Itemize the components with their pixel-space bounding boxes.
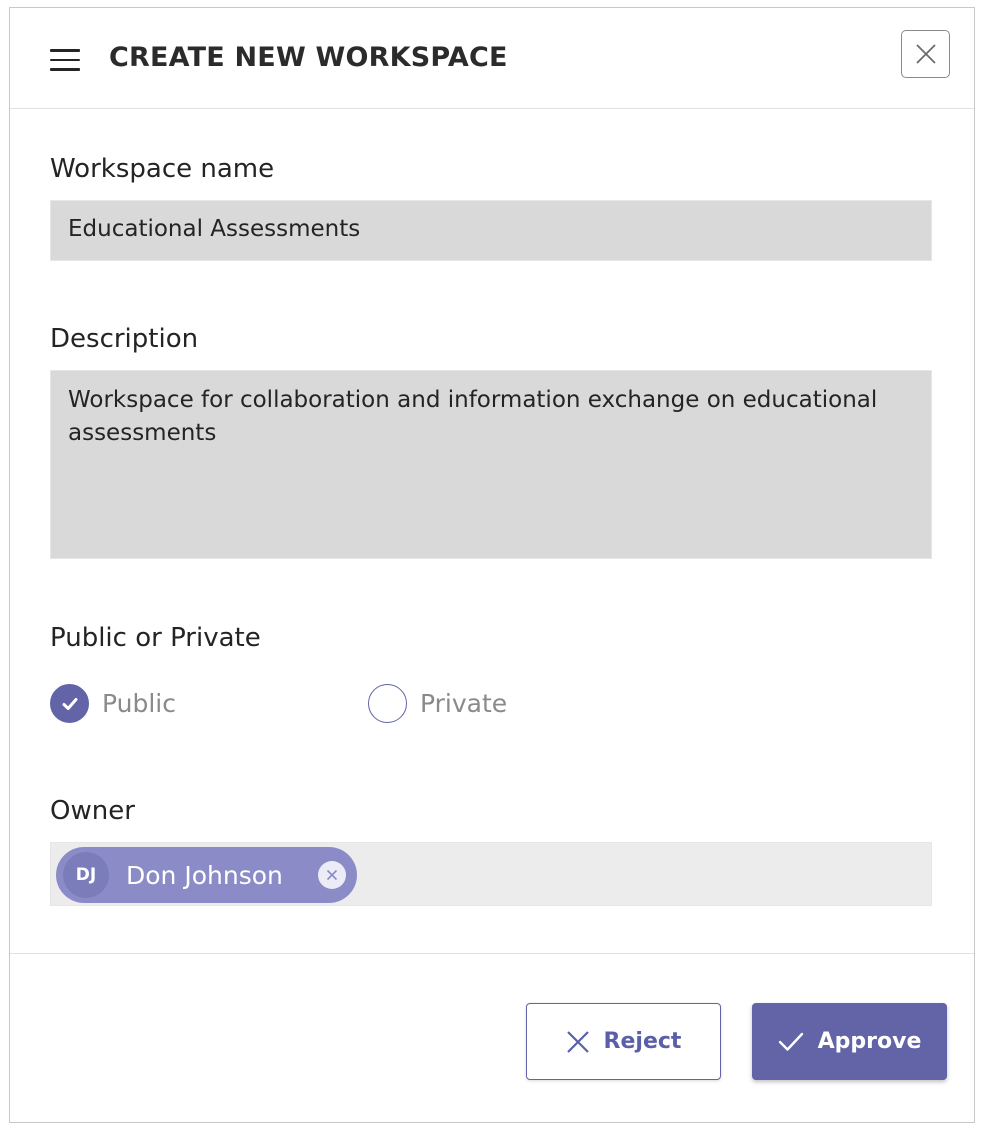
approve-label: Approve: [817, 1029, 922, 1054]
workspace-name-label: Workspace name: [50, 154, 275, 184]
avatar: DJ: [63, 852, 109, 898]
description-textarea[interactable]: Workspace for collaboration and informat…: [50, 370, 932, 559]
approve-button[interactable]: Approve: [752, 1003, 947, 1080]
reject-label: Reject: [603, 1029, 682, 1054]
description-label: Description: [50, 324, 199, 354]
hamburger-menu-icon[interactable]: [50, 49, 80, 71]
create-workspace-dialog: CREATE NEW WORKSPACE Workspace name Educ…: [9, 7, 975, 1123]
owner-label: Owner: [50, 796, 135, 826]
radio-public[interactable]: Public: [50, 684, 176, 723]
reject-button[interactable]: Reject: [526, 1003, 721, 1080]
visibility-label: Public or Private: [50, 623, 261, 653]
radio-private-label: Private: [420, 689, 508, 718]
radio-public-label: Public: [102, 689, 176, 718]
close-icon: [326, 869, 338, 881]
close-icon: [915, 44, 936, 64]
checkmark-icon: [62, 697, 77, 710]
checkmark-icon: [778, 1031, 804, 1053]
dialog-title: CREATE NEW WORKSPACE: [109, 42, 508, 73]
owner-name: Don Johnson: [126, 860, 283, 890]
owner-picker[interactable]: DJ Don Johnson: [50, 842, 932, 906]
close-button[interactable]: [901, 30, 950, 78]
dialog-header: CREATE NEW WORKSPACE: [10, 8, 974, 109]
radio-unchecked-icon: [368, 684, 407, 723]
footer-divider: [10, 953, 974, 954]
owner-chip: DJ Don Johnson: [56, 847, 357, 903]
radio-private[interactable]: Private: [368, 684, 507, 723]
workspace-name-input[interactable]: Educational Assessments: [50, 200, 932, 261]
x-icon: [566, 1030, 590, 1054]
remove-owner-button[interactable]: [318, 861, 346, 889]
radio-checked-icon: [50, 684, 89, 723]
